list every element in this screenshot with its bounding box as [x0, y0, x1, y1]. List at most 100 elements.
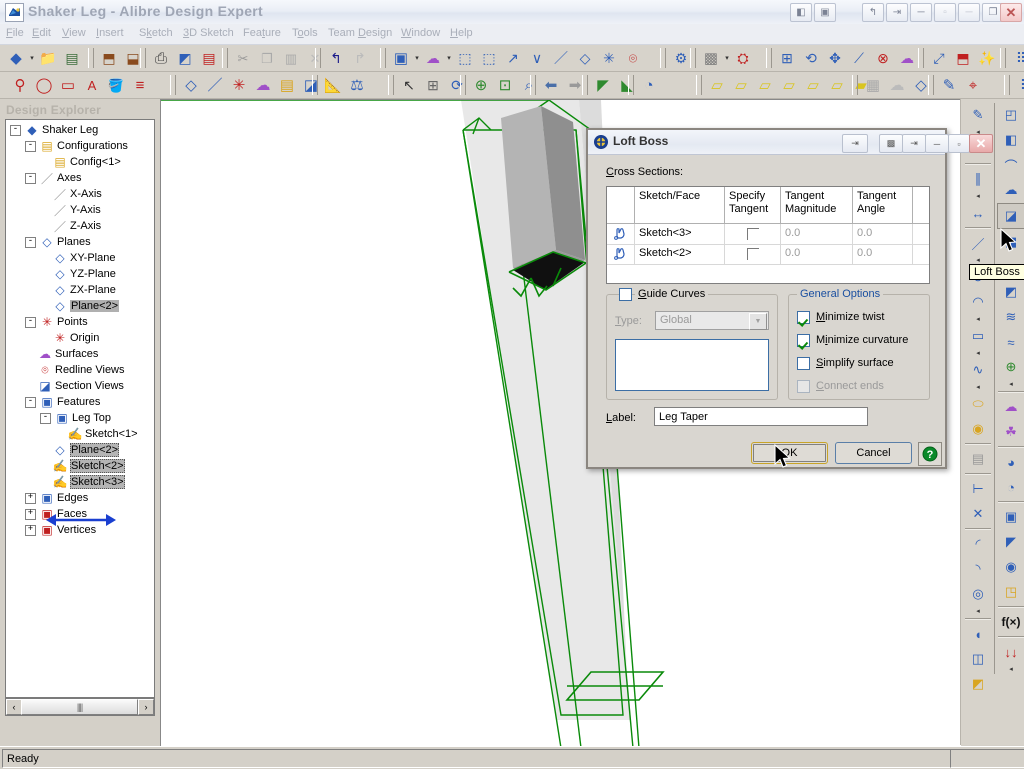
col-a-arrow-2[interactable]: ◂: [963, 192, 993, 201]
configuration-icon[interactable]: ▤: [276, 74, 298, 96]
extrude-cut-icon[interactable]: ◩: [998, 280, 1024, 304]
tree-node-shaker-leg[interactable]: - ◆ Shaker Leg: [10, 122, 98, 138]
toolbar-grip[interactable]: [928, 75, 934, 95]
motion-icon[interactable]: ⟲: [800, 47, 822, 69]
explorer-horizontal-scrollbar[interactable]: ‹ |||| ›: [5, 698, 155, 716]
close-dialog-button[interactable]: ✕: [969, 134, 993, 153]
collapse-icon[interactable]: -: [25, 172, 36, 184]
tree-node-sketch3[interactable]: ✍ Sketch<3>: [40, 474, 125, 490]
restore-doc[interactable]: ↰: [862, 3, 884, 22]
tangent-angle-cell[interactable]: 0.0: [853, 224, 913, 244]
print-preview-icon[interactable]: ◩: [174, 47, 196, 69]
shell-feature-icon[interactable]: ▣: [998, 505, 1024, 529]
tree-node-axes[interactable]: - ／ Axes: [25, 170, 81, 186]
toolbar-grip[interactable]: [315, 48, 321, 68]
view-bottom-icon[interactable]: ▱: [826, 74, 848, 96]
tangent-magnitude-cell[interactable]: 0.0: [781, 224, 853, 244]
select-plane-icon[interactable]: ◇: [574, 47, 596, 69]
label-input[interactable]: Leg Taper: [654, 407, 868, 426]
menu-file[interactable]: File: [6, 27, 24, 39]
measure-tool-icon[interactable]: 📐: [322, 74, 344, 96]
collapse-icon[interactable]: -: [25, 396, 36, 408]
paste-icon[interactable]: ▥: [280, 47, 302, 69]
tree-node-plane2[interactable]: ◇ Plane<2>: [40, 298, 120, 314]
check-in-icon[interactable]: ⬒: [98, 47, 120, 69]
scroll-thumb[interactable]: ||||: [21, 699, 138, 715]
redo-icon[interactable]: ↱: [349, 47, 371, 69]
toolbar-grip[interactable]: [222, 48, 228, 68]
insert-part-icon[interactable]: ⤢: [928, 47, 950, 69]
column-header-0[interactable]: [607, 187, 635, 223]
select-point-icon[interactable]: ✳: [598, 47, 620, 69]
design-explorer-tree[interactable]: - ◆ Shaker Leg - ▤ Configurations ▤ Config<1> - ／…: [5, 119, 155, 698]
tree-node-yz-plane[interactable]: ◇ YZ-Plane: [40, 266, 115, 282]
restore-dialog-button[interactable]: ▫: [948, 134, 970, 153]
view-back-icon[interactable]: ▱: [730, 74, 752, 96]
toolbar-grip[interactable]: [88, 48, 94, 68]
tree-node-leg-top[interactable]: - ▣ Leg Top: [40, 410, 111, 426]
main-toolbar[interactable]: ◆ ▾ 📁 ▤ ⬒ ⬓ ⎙ ◩ ▤ ✂ ❐ ▥ ✕ ↰ ↱ ▣ ▾ ☁ ▾ ⬚ ⬚ ↗ ∨ ／ ◇ ✳ ⌾ ⚙ ▩ ▾ ⛭ ⊞ ⟲ ✥ ⟋ ⊗ ☁ ⤢ ⬒ ✨…: [0, 45, 1024, 72]
option-row-minimize-curvature[interactable]: Minimize curvature: [797, 332, 908, 348]
tree-node-origin[interactable]: ✳ Origin: [40, 330, 99, 346]
restore-small[interactable]: ▫: [934, 3, 956, 22]
previous-view-icon[interactable]: ⬅: [540, 74, 562, 96]
parallel-line-icon[interactable]: ∥: [965, 167, 991, 191]
spline-tool-icon[interactable]: ∿: [965, 358, 991, 382]
arc-tool-icon[interactable]: ◠: [965, 290, 991, 314]
option-row-connect-ends[interactable]: Connect ends: [797, 378, 884, 394]
display-shade-icon[interactable]: ☁: [886, 74, 908, 96]
tree-node-xy-plane[interactable]: ◇ XY-Plane: [40, 250, 115, 266]
tree-node-section-views[interactable]: ◪ Section Views: [25, 378, 124, 394]
specify-tangent-cell[interactable]: [725, 224, 781, 244]
plane-icon[interactable]: ◇: [180, 74, 202, 96]
expand-dialog-button[interactable]: ⇥: [842, 134, 868, 153]
col-a-arrow-7[interactable]: ◂: [963, 607, 993, 616]
table-row[interactable]: Sketch<2> 0.0 0.0: [607, 244, 929, 265]
tree-node-plane2[interactable]: ◇ Plane<2>: [40, 442, 120, 458]
col-a-arrow-5[interactable]: ◂: [963, 349, 993, 358]
helix-icon[interactable]: ≋: [998, 305, 1024, 329]
print-icon[interactable]: ⎙: [150, 47, 172, 69]
trim-icon[interactable]: ◖: [965, 622, 991, 646]
expand-icon[interactable]: +: [25, 492, 36, 504]
tree-node-config1[interactable]: ▤ Config<1>: [40, 154, 120, 170]
menu-3d-sketch[interactable]: 3D Sketch: [183, 27, 234, 39]
preview-dialog-button[interactable]: ▩: [879, 134, 903, 153]
tree-node-planes[interactable]: - ◇ Planes: [25, 234, 91, 250]
guide-curve-type-combo[interactable]: Global ▼: [655, 311, 769, 330]
boolean-icon[interactable]: ⊕: [998, 355, 1024, 379]
sweep-boss-icon[interactable]: ⌒: [998, 153, 1024, 177]
loft-boss-icon[interactable]: ◪: [997, 203, 1024, 229]
insert-subassembly-icon[interactable]: ⬒: [952, 47, 974, 69]
toolbar-grip[interactable]: [696, 75, 702, 95]
parameters-icon[interactable]: ↓↓: [998, 640, 1024, 664]
rib-icon[interactable]: ◤: [998, 530, 1024, 554]
ellipse-tool-icon[interactable]: ⬭: [965, 392, 991, 416]
select-dropdown-icon[interactable]: ▾: [413, 54, 421, 62]
coil-icon[interactable]: ≈: [998, 330, 1024, 354]
specify-tangent-checkbox[interactable]: [747, 248, 759, 260]
chevron-down-icon[interactable]: ▼: [749, 313, 767, 330]
datum-icon[interactable]: ⌖: [962, 74, 984, 96]
expand-icon[interactable]: +: [25, 524, 36, 536]
minimize-dialog-button[interactable]: ─: [925, 134, 949, 153]
thread-icon[interactable]: ◳: [998, 580, 1024, 604]
menu-bar[interactable]: File Edit View Insert Sketch 3D Sketch Feature…: [0, 24, 1024, 45]
grid-icon[interactable]: ⊞: [422, 74, 444, 96]
simplify-surface-checkbox[interactable]: [797, 356, 810, 370]
view-front-icon[interactable]: ▱: [706, 74, 728, 96]
menu-sketch[interactable]: Sketch: [139, 27, 173, 39]
view-left-icon[interactable]: ▱: [754, 74, 776, 96]
rectangle-tool-icon[interactable]: ▭: [965, 324, 991, 348]
column-header-5[interactable]: [913, 187, 929, 223]
collapse-icon[interactable]: -: [25, 236, 36, 248]
cut-icon[interactable]: ✂: [232, 47, 254, 69]
scroll-left-arrow[interactable]: ‹: [6, 699, 22, 715]
tree-node-sketch2[interactable]: ✍ Sketch<2>: [40, 458, 125, 474]
pattern-icon[interactable]: ⠿: [1010, 47, 1024, 69]
close-window[interactable]: ✕: [1000, 3, 1022, 22]
anchor-icon[interactable]: ⊗: [872, 47, 894, 69]
new-part-icon[interactable]: ◆: [5, 47, 27, 69]
toolbar-grip[interactable]: [918, 48, 924, 68]
fillet-feature-icon[interactable]: ◕: [998, 450, 1024, 474]
